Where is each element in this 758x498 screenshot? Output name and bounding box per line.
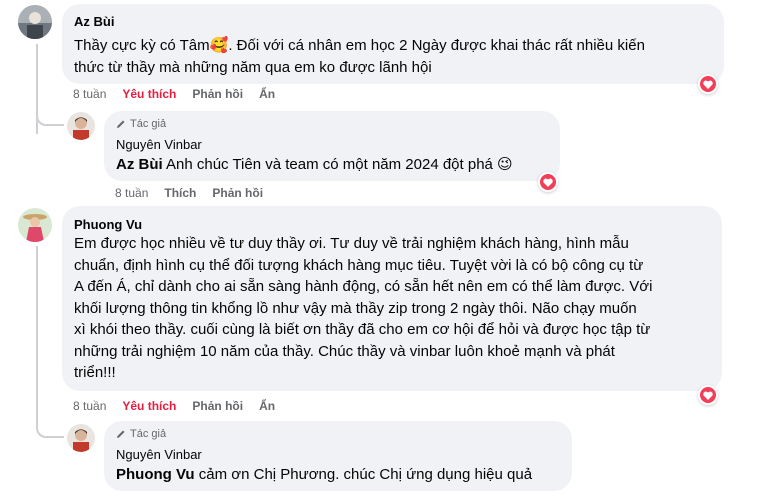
author-badge: Tác giả <box>116 428 166 440</box>
emoji-icon: 🥰 <box>209 37 229 54</box>
reply-button[interactable]: Phản hồi <box>192 87 243 101</box>
hide-button[interactable]: Ẩn <box>259 87 275 101</box>
reply-bubble: Tác giả Nguyên Vinbar Phuong Vu cảm ơn C… <box>104 421 572 491</box>
comment-actions: 8 tuần Yêu thích Phản hồi Ẩn <box>73 399 291 413</box>
reply-actions: 8 tuần Thích Phản hồi <box>115 186 279 200</box>
comment-author[interactable]: Az Bùi <box>74 14 114 29</box>
heart-icon <box>703 391 713 400</box>
comment-bubble: Az Bùi Thầy cực kỳ có Tâm🥰. Đối với cá n… <box>62 4 724 84</box>
pencil-icon <box>117 120 125 128</box>
heart-icon <box>703 80 713 89</box>
like-button[interactable]: Yêu thích <box>122 399 176 413</box>
avatar[interactable] <box>18 208 52 242</box>
mention-link[interactable]: Az Bùi <box>116 156 163 173</box>
comment-actions: 8 tuần Yêu thích Phản hồi Ẩn <box>73 87 291 101</box>
comment-bubble: Phuong Vu Em được học nhiều về tư duy th… <box>62 206 722 391</box>
avatar[interactable] <box>18 5 52 39</box>
avatar-photo-icon <box>67 112 95 140</box>
reaction-heart[interactable] <box>698 385 718 405</box>
thread-connector <box>36 410 64 438</box>
thread-connector <box>36 104 64 126</box>
reply-author[interactable]: Nguyên Vinbar <box>116 137 202 152</box>
mention-link[interactable]: Phuong Vu <box>116 466 195 483</box>
reply-button[interactable]: Phản hồi <box>212 186 263 200</box>
reaction-heart[interactable] <box>538 172 558 192</box>
thread-line <box>36 246 38 426</box>
author-badge: Tác giả <box>116 118 166 130</box>
reply-time[interactable]: 8 tuần <box>115 186 148 200</box>
like-button[interactable]: Yêu thích <box>122 87 176 101</box>
reply-author[interactable]: Nguyên Vinbar <box>116 447 202 462</box>
reaction-heart[interactable] <box>698 74 718 94</box>
comment-time[interactable]: 8 tuần <box>73 399 106 413</box>
emoji-icon: 😉 <box>497 156 513 173</box>
avatar-photo-icon <box>18 208 52 242</box>
comment-text: Thầy cực kỳ có Tâm🥰. Đối với cá nhân em … <box>74 37 645 76</box>
comment-time[interactable]: 8 tuần <box>73 87 106 101</box>
comment-text: Em được học nhiều về tư duy thầy ơi. Tư … <box>74 235 653 381</box>
avatar-photo-icon <box>67 424 95 452</box>
pencil-icon <box>117 430 125 438</box>
reply-text: Az Bùi Anh chúc Tiên và team có một năm … <box>116 156 513 173</box>
reply-bubble: Tác giả Nguyên Vinbar Az Bùi Anh chúc Ti… <box>104 111 560 181</box>
hide-button[interactable]: Ẩn <box>259 399 275 413</box>
comment-author[interactable]: Phuong Vu <box>74 217 142 232</box>
avatar[interactable] <box>67 424 95 452</box>
avatar[interactable] <box>67 112 95 140</box>
reply-text: Phuong Vu cảm ơn Chị Phương. chúc Chị ứn… <box>116 466 533 483</box>
heart-icon <box>543 178 553 187</box>
reply-button[interactable]: Phản hồi <box>192 399 243 413</box>
like-button[interactable]: Thích <box>164 186 196 200</box>
avatar-photo-icon <box>18 5 52 39</box>
